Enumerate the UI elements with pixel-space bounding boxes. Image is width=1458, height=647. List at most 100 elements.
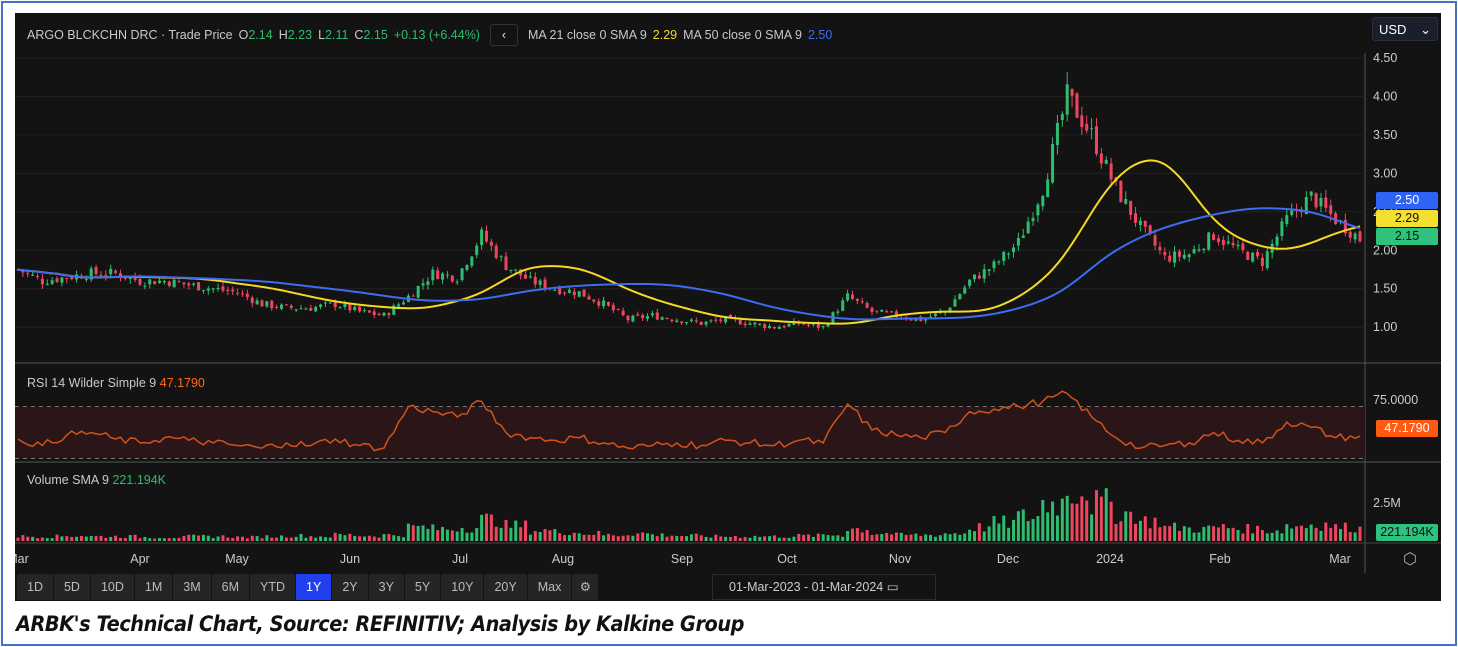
volume-bar: [187, 534, 191, 541]
candle-body: [45, 283, 49, 285]
candle-body: [1192, 249, 1196, 254]
candle-body: [582, 289, 586, 297]
candle-body: [260, 300, 264, 307]
volume-bar: [362, 536, 366, 541]
volume-bar: [309, 536, 313, 541]
candle-body: [572, 291, 576, 296]
volume-bar: [890, 534, 894, 541]
candle-body: [504, 256, 508, 271]
volume-bar: [1051, 501, 1055, 541]
range-button-1y[interactable]: 1Y: [296, 574, 332, 600]
volume-bar: [1216, 527, 1220, 541]
candle-body: [143, 285, 147, 287]
volume-bar: [533, 531, 537, 541]
volume-bar: [1358, 526, 1362, 541]
candle-body: [441, 273, 445, 280]
volume-bar: [597, 530, 601, 541]
range-button-ytd[interactable]: YTD: [250, 574, 296, 600]
volume-bar: [606, 533, 610, 541]
volume-bar: [543, 529, 547, 541]
range-button-5y[interactable]: 5Y: [404, 574, 441, 600]
price-axis-label: 4.00: [1373, 89, 1397, 103]
candle-body: [714, 319, 718, 321]
candle-body: [631, 315, 635, 322]
range-button-5d[interactable]: 5D: [53, 574, 90, 600]
volume-bar: [40, 537, 44, 541]
range-button-2y[interactable]: 2Y: [332, 574, 368, 600]
candle-body: [699, 321, 703, 325]
candle-body: [709, 320, 713, 322]
candle-body: [1153, 235, 1157, 246]
x-axis-label: Nov: [889, 552, 912, 566]
candle-body: [606, 301, 610, 306]
volume-bar: [162, 538, 166, 541]
candle-body: [1348, 231, 1352, 238]
volume-bar: [1026, 521, 1030, 541]
volume-bar: [997, 523, 1001, 541]
volume-bar: [1134, 523, 1138, 541]
volume-bar: [768, 536, 772, 541]
volume-bar: [128, 535, 132, 541]
candle-body: [84, 278, 88, 280]
range-button-max[interactable]: Max: [527, 574, 572, 600]
candle-body: [1070, 88, 1074, 96]
chart-canvas[interactable]: 4.50 4.00 3.50 3.00 2.50 2.00 1.50 1.00 75.0000 2…: [15, 13, 1441, 601]
currency-select[interactable]: USD ⌄: [1372, 17, 1438, 41]
candle-body: [421, 283, 425, 286]
range-button-20y[interactable]: 20Y: [484, 574, 527, 600]
candle-body: [289, 305, 293, 309]
candle-body: [1246, 251, 1250, 260]
candle-body: [216, 287, 220, 289]
collapse-legend-button[interactable]: ‹: [489, 24, 518, 46]
range-button-3y[interactable]: 3Y: [368, 574, 404, 600]
range-button-10d[interactable]: 10D: [90, 574, 134, 600]
figure-caption: ARBK's Technical Chart, Source: REFINITI…: [16, 612, 744, 636]
volume-bar: [938, 535, 942, 541]
ma50-label: MA 50 close 0 SMA 9: [683, 28, 802, 42]
volume-bar: [1021, 509, 1025, 541]
volume-bar: [524, 520, 528, 541]
volume-bar: [519, 527, 523, 541]
volume-bar: [909, 534, 913, 541]
volume-bar: [143, 536, 147, 541]
volume-bar: [704, 536, 708, 541]
volume-bar: [1236, 529, 1240, 541]
date-range-picker[interactable]: 01-Mar-2023 - 01-Mar-2024 ▭: [712, 574, 936, 600]
range-button-3m[interactable]: 3M: [173, 574, 211, 600]
candle-body: [231, 289, 235, 292]
volume-bar: [914, 533, 918, 541]
candle-body: [553, 289, 557, 291]
candle-body: [26, 272, 30, 274]
volume-bar: [802, 534, 806, 541]
volume-bar: [1002, 515, 1006, 541]
volume-bar: [1256, 525, 1260, 541]
candle-body: [841, 300, 845, 311]
volume-bar: [1104, 488, 1108, 541]
range-button-10y[interactable]: 10Y: [441, 574, 484, 600]
candle-body: [533, 276, 537, 285]
volume-bar: [338, 533, 342, 541]
volume-bar: [1163, 525, 1167, 541]
volume-bar: [55, 534, 59, 541]
volume-bar: [455, 531, 459, 541]
candle-body: [958, 294, 962, 300]
price-axis-label: 1.50: [1373, 282, 1397, 296]
settings-hexagon-icon[interactable]: ⬡: [1403, 549, 1417, 569]
gear-icon[interactable]: ⚙: [572, 574, 599, 600]
candle-body: [880, 309, 884, 312]
range-button-1d[interactable]: 1D: [17, 574, 53, 600]
volume-bar: [1270, 532, 1274, 541]
volume-bar: [548, 530, 552, 541]
instrument-name: ARGO BLCKCHN DRC · Trade Price: [27, 28, 233, 42]
volume-bar: [714, 534, 718, 541]
volume-bar: [689, 534, 693, 541]
candle-body: [431, 269, 435, 281]
candle-body: [167, 281, 171, 287]
range-button-1m[interactable]: 1M: [134, 574, 173, 600]
candle-body: [265, 301, 269, 307]
volume-bar: [826, 535, 830, 541]
range-button-6m[interactable]: 6M: [211, 574, 250, 600]
volume-bar: [284, 537, 288, 541]
volume-bar: [968, 529, 972, 541]
candle-body: [821, 326, 825, 328]
